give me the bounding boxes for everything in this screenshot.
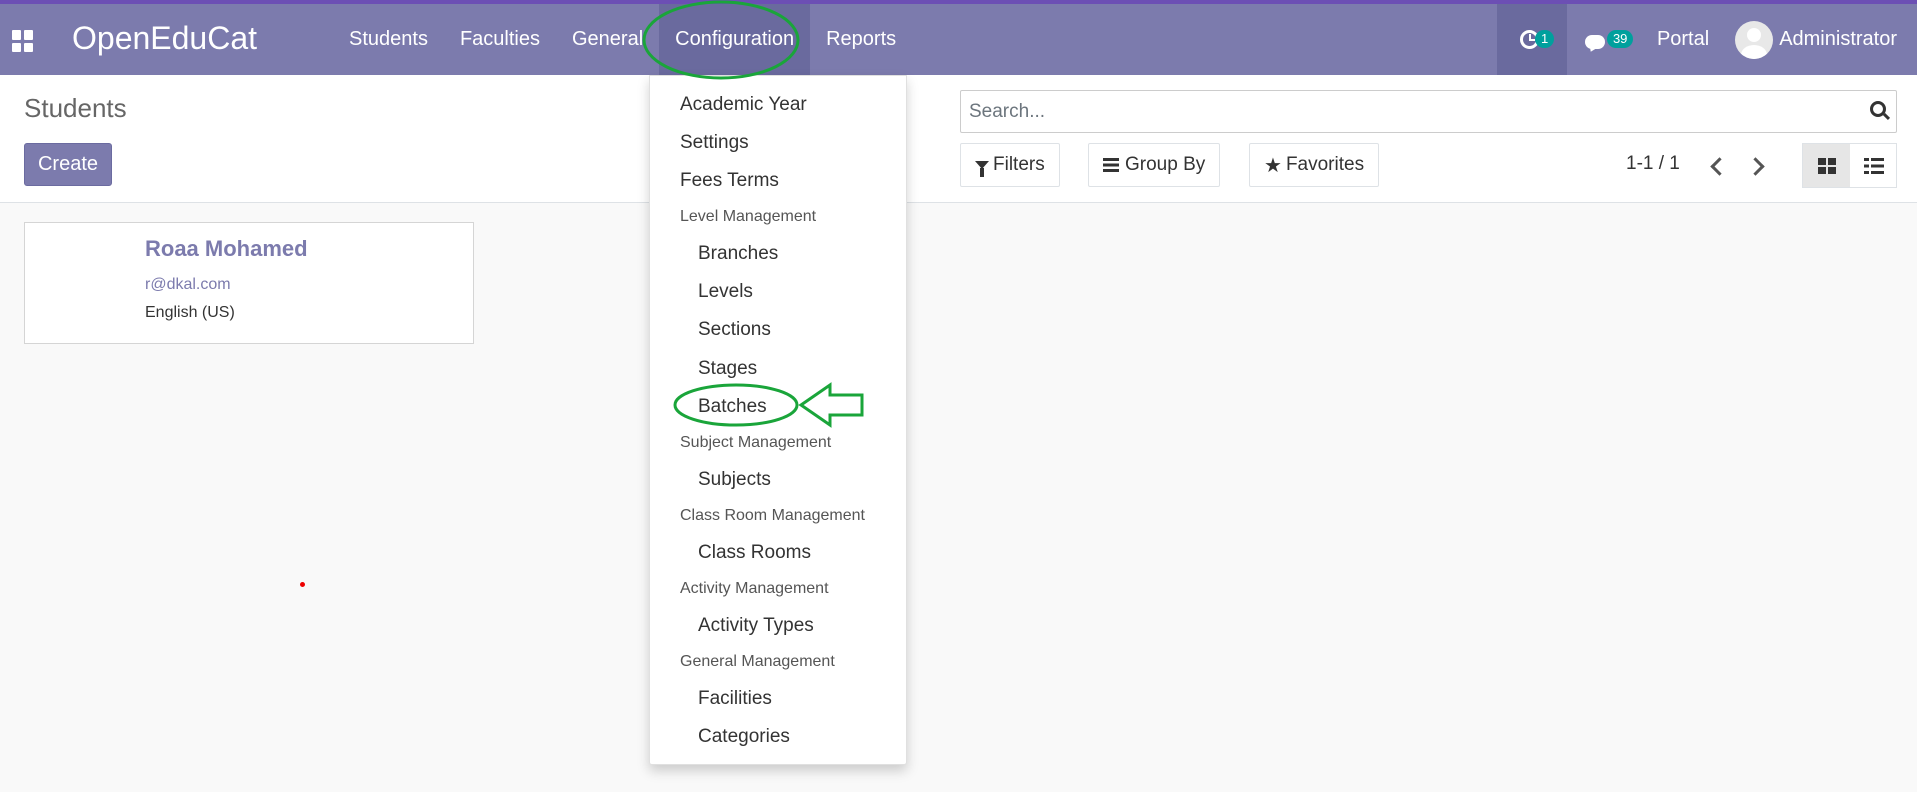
messaging-button[interactable]: 39 xyxy=(1567,4,1647,75)
user-name: Administrator xyxy=(1779,28,1897,50)
systray: 1 39 Portal Administrator xyxy=(1496,4,1917,75)
activity-count-badge: 1 xyxy=(1534,30,1555,48)
student-email: r@dkal.com xyxy=(145,276,231,293)
student-language: English (US) xyxy=(145,304,235,321)
view-switcher xyxy=(1802,143,1897,188)
brand-name[interactable]: OpenEduCat xyxy=(72,20,257,57)
user-menu[interactable]: Administrator xyxy=(1735,20,1917,59)
menu-item-batches[interactable]: Batches xyxy=(698,396,767,418)
student-name: Roaa Mohamed xyxy=(145,236,308,261)
menu-faculties[interactable]: Faculties xyxy=(444,4,556,75)
group-by-label: Group By xyxy=(1125,154,1206,175)
section-header-subject-management: Subject Management xyxy=(680,434,832,451)
top-navbar: OpenEduCat Students Faculties General Co… xyxy=(0,0,1917,75)
bars-icon xyxy=(1103,158,1119,172)
menu-item-subjects[interactable]: Subjects xyxy=(698,469,771,491)
pager-value[interactable]: 1-1 / 1 xyxy=(1626,153,1680,175)
activity-button[interactable]: 1 xyxy=(1496,4,1567,75)
filter-icon xyxy=(975,161,989,177)
kanban-view-button[interactable] xyxy=(1803,144,1850,187)
page-title: Students xyxy=(24,93,127,123)
section-header-general-management: General Management xyxy=(680,653,835,670)
filters-label: Filters xyxy=(993,154,1045,175)
menu-item-stages[interactable]: Stages xyxy=(698,358,757,380)
cursor-dot xyxy=(300,582,305,587)
apps-menu-icon[interactable] xyxy=(12,30,34,52)
menu-students[interactable]: Students xyxy=(333,4,444,75)
pager-previous-icon[interactable] xyxy=(1706,155,1726,179)
menu-item-academic-year[interactable]: Academic Year xyxy=(680,94,807,116)
menu-item-sections[interactable]: Sections xyxy=(698,319,771,341)
section-header-activity-management: Activity Management xyxy=(680,580,829,597)
star-icon: ★ xyxy=(1264,154,1282,177)
menu-item-levels[interactable]: Levels xyxy=(698,281,753,303)
pager-next-icon[interactable] xyxy=(1748,155,1768,179)
menu-item-settings[interactable]: Settings xyxy=(680,132,749,154)
menu-general[interactable]: General xyxy=(556,4,659,75)
search-box xyxy=(960,90,1897,133)
menu-configuration[interactable]: Configuration xyxy=(659,4,811,75)
favorites-button[interactable]: ★ Favorites xyxy=(1249,143,1380,187)
portal-link[interactable]: Portal xyxy=(1647,28,1735,51)
create-button[interactable]: Create xyxy=(24,143,112,186)
student-card[interactable]: Roaa Mohamed r@dkal.com English (US) xyxy=(24,222,474,344)
message-count-badge: 39 xyxy=(1606,30,1634,48)
favorites-label: Favorites xyxy=(1285,154,1365,175)
menu-item-branches[interactable]: Branches xyxy=(698,243,778,265)
configuration-dropdown: Academic Year Settings Fees Terms Level … xyxy=(649,75,907,765)
search-input[interactable] xyxy=(969,99,1849,125)
menu-item-activity-types[interactable]: Activity Types xyxy=(698,615,814,637)
filters-button[interactable]: Filters xyxy=(960,143,1060,187)
avatar xyxy=(1735,20,1774,59)
menu-item-fees-terms[interactable]: Fees Terms xyxy=(680,170,779,192)
main-menu: Students Faculties General Configuration… xyxy=(333,4,912,75)
list-icon xyxy=(1863,158,1884,174)
menu-reports[interactable]: Reports xyxy=(810,4,912,75)
control-panel: Students Create Filters Group By ★ Favor… xyxy=(0,75,1917,203)
kanban-icon xyxy=(1818,158,1836,174)
section-header-class-room-management: Class Room Management xyxy=(680,507,865,524)
list-view-button[interactable] xyxy=(1849,144,1896,187)
chat-bubble-icon xyxy=(1584,35,1605,49)
section-header-level-management: Level Management xyxy=(680,208,817,225)
search-icon[interactable] xyxy=(1870,101,1886,117)
menu-item-facilities[interactable]: Facilities xyxy=(698,688,772,710)
group-by-button[interactable]: Group By xyxy=(1088,143,1221,187)
menu-item-class-rooms[interactable]: Class Rooms xyxy=(698,542,811,564)
menu-item-categories[interactable]: Categories xyxy=(698,726,790,748)
